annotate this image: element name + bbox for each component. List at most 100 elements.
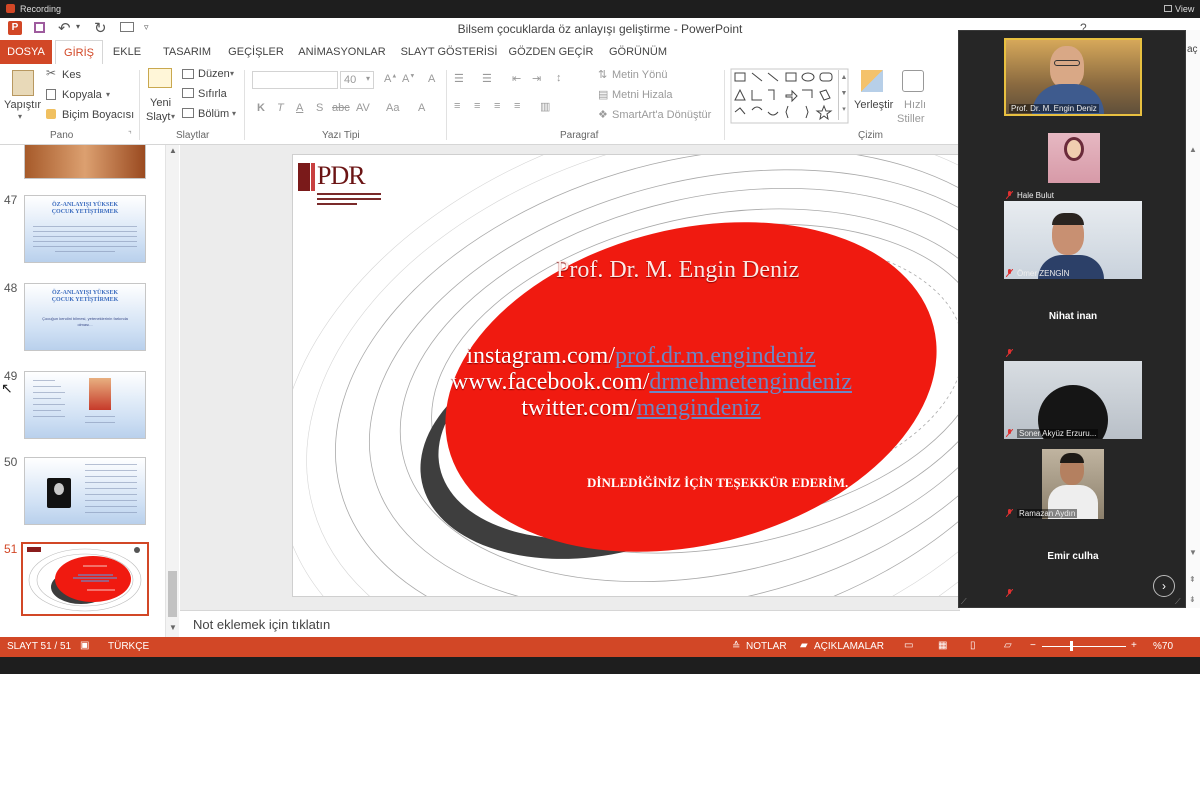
participant-tile[interactable]: Ömer ZENGİN	[1004, 201, 1142, 279]
align-text-button[interactable]: Metni Hizala	[612, 89, 673, 101]
bullets-icon[interactable]: ☰	[454, 72, 464, 85]
font-name-box[interactable]	[252, 71, 338, 89]
resize-handle-icon[interactable]: ⟋	[1175, 597, 1181, 607]
reading-view-icon[interactable]: ▯	[970, 640, 976, 651]
underline-button[interactable]: A	[296, 102, 303, 114]
prev-slide-icon[interactable]: ⇞	[1189, 575, 1196, 584]
smartart-icon[interactable]: ❖	[598, 108, 608, 121]
participant-tile-no-video[interactable]: Nihat inan	[1004, 281, 1142, 359]
columns-icon[interactable]: ▥	[540, 100, 550, 113]
increase-indent-icon[interactable]: ⇥	[532, 72, 541, 85]
cut-button[interactable]: Kes	[62, 69, 81, 81]
format-painter-icon[interactable]	[46, 109, 56, 119]
scroll-thumb[interactable]	[168, 571, 177, 617]
scroll-up-arrow-icon[interactable]: ▲	[169, 146, 177, 155]
zoom-level[interactable]: %70	[1153, 641, 1173, 652]
align-left-icon[interactable]: ≡	[454, 100, 460, 112]
view-label[interactable]: View	[1175, 4, 1194, 14]
copy-button[interactable]: Kopyala	[62, 89, 102, 101]
strikethrough-button[interactable]: S	[316, 102, 323, 114]
participant-tile[interactable]: Hale Bulut	[1004, 123, 1142, 201]
notes-icon[interactable]: ≙	[732, 641, 740, 652]
tab-insert[interactable]: EKLE	[108, 40, 146, 64]
slide-thumbnail-50[interactable]	[24, 457, 146, 525]
decrease-indent-icon[interactable]: ⇤	[512, 72, 521, 85]
scroll-down-arrow-icon[interactable]: ▼	[169, 623, 177, 632]
align-center-icon[interactable]: ≡	[474, 100, 480, 112]
gallery-scroll-icon[interactable]: ▲ ▼ ▾	[838, 70, 849, 120]
tab-animations[interactable]: ANİMASYONLAR	[296, 40, 388, 64]
notes-pane[interactable]: Not eklemek için tıklatın	[180, 610, 960, 638]
tab-home[interactable]: GİRİŞ	[55, 40, 103, 64]
twitter-link[interactable]: twitter.com/mengindeniz	[451, 395, 831, 421]
scroll-up-arrow-icon[interactable]: ▲	[1189, 145, 1197, 154]
notes-button[interactable]: NOTLAR	[746, 641, 787, 652]
tab-view[interactable]: GÖRÜNÜM	[604, 40, 672, 64]
char-spacing-button[interactable]: AV	[356, 102, 370, 114]
align-text-icon[interactable]: ▤	[598, 88, 608, 101]
slide-thumbnail-49[interactable]	[24, 371, 146, 439]
text-direction-icon[interactable]: ⇅	[598, 68, 607, 81]
dialog-launcher-icon[interactable]: ⌝	[128, 130, 132, 139]
language-indicator[interactable]: TÜRKÇE	[108, 641, 149, 652]
resize-handle-icon[interactable]: ⟋	[961, 597, 967, 607]
instagram-link[interactable]: instagram.com/prof.dr.m.engindeniz	[451, 343, 831, 369]
paste-dropdown-icon[interactable]: ▾	[18, 112, 22, 121]
slide-sorter-view-icon[interactable]: ▦	[938, 640, 947, 651]
new-slide-dropdown-icon[interactable]: ▾	[171, 112, 175, 121]
section-dropdown-icon[interactable]: ▾	[232, 109, 236, 118]
participant-tile-no-video[interactable]: Emir culha	[1004, 521, 1142, 599]
tab-file[interactable]: DOSYA	[0, 40, 52, 64]
bold-button[interactable]: K	[257, 102, 265, 114]
layout-icon[interactable]	[182, 69, 194, 79]
section-icon[interactable]	[182, 108, 194, 118]
quick-styles-button-line2[interactable]: Stiller	[897, 113, 925, 125]
layout-button[interactable]: Düzen	[198, 68, 230, 80]
arrange-icon[interactable]	[861, 70, 883, 92]
new-slide-button[interactable]: Yeni	[150, 97, 171, 109]
slideshow-view-icon[interactable]: ▱	[1004, 640, 1012, 651]
participant-tile[interactable]: Soner Akyüz Erzuru...	[1004, 361, 1142, 439]
zoom-in-icon[interactable]: +	[1131, 640, 1137, 651]
numbering-icon[interactable]: ☰	[482, 72, 492, 85]
scroll-down-arrow-icon[interactable]: ▼	[1189, 548, 1197, 557]
change-case-button[interactable]: Aa	[386, 102, 399, 114]
new-slide-button-line2[interactable]: Slayt	[146, 111, 170, 123]
zoom-slider[interactable]	[1042, 646, 1126, 647]
slide-thumbnail-47[interactable]: ÖZ-ANLAYIŞI YÜKSEK ÇOCUK YETİŞTİRMEK	[24, 195, 146, 263]
slide-thumbnail-48[interactable]: ÖZ-ANLAYIŞI YÜKSEK ÇOCUK YETİŞTİRMEK Çoc…	[24, 283, 146, 351]
zoom-slider-thumb[interactable]	[1070, 641, 1073, 651]
next-page-button[interactable]: ›	[1153, 575, 1175, 597]
quick-styles-button[interactable]: Hızlı	[904, 99, 926, 111]
italic-button[interactable]: T	[277, 102, 284, 114]
grow-font-icon[interactable]: A▲	[384, 73, 397, 85]
paste-button[interactable]: Yapıştır	[4, 99, 41, 111]
normal-view-icon[interactable]: ▭	[904, 640, 913, 651]
new-slide-icon[interactable]	[148, 68, 172, 88]
slide-thumbnail-46[interactable]	[24, 145, 146, 179]
reset-button[interactable]: Sıfırla	[198, 88, 227, 100]
copy-icon[interactable]	[46, 89, 56, 100]
line-spacing-icon[interactable]: ↕	[556, 72, 562, 84]
cut-icon[interactable]: ✂	[46, 66, 56, 80]
font-color-button[interactable]: A	[418, 102, 425, 114]
arrange-button[interactable]: Yerleştir	[854, 99, 893, 111]
quick-styles-icon[interactable]	[902, 70, 924, 92]
facebook-link[interactable]: www.facebook.com/drmehmetengindeniz	[451, 369, 852, 395]
align-right-icon[interactable]: ≡	[494, 100, 500, 112]
next-slide-icon[interactable]: ⇟	[1189, 595, 1196, 604]
participant-tile[interactable]: Ramazan Aydın	[1004, 441, 1142, 519]
text-shadow-button[interactable]: abc	[332, 102, 350, 114]
font-size-dropdown-icon[interactable]: ▾	[366, 74, 370, 83]
smartart-button[interactable]: SmartArt'a Dönüştür	[612, 109, 711, 121]
format-painter-button[interactable]: Biçim Boyacısı	[62, 109, 134, 121]
slide-thumbnail-51-selected[interactable]	[21, 542, 149, 616]
tab-slideshow[interactable]: SLAYT GÖSTERİSİ	[398, 40, 500, 64]
current-slide[interactable]: PDR Prof. Dr. M. Engin Deniz instagram.c…	[292, 154, 960, 597]
justify-icon[interactable]: ≡	[514, 100, 520, 112]
thumbnails-scrollbar[interactable]: ▲ ▼	[165, 145, 179, 637]
zoom-out-icon[interactable]: −	[1030, 640, 1036, 651]
copy-dropdown-icon[interactable]: ▾	[106, 90, 110, 99]
comments-icon[interactable]: ▰	[800, 640, 808, 651]
notes-placeholder[interactable]: Not eklemek için tıklatın	[193, 617, 330, 632]
